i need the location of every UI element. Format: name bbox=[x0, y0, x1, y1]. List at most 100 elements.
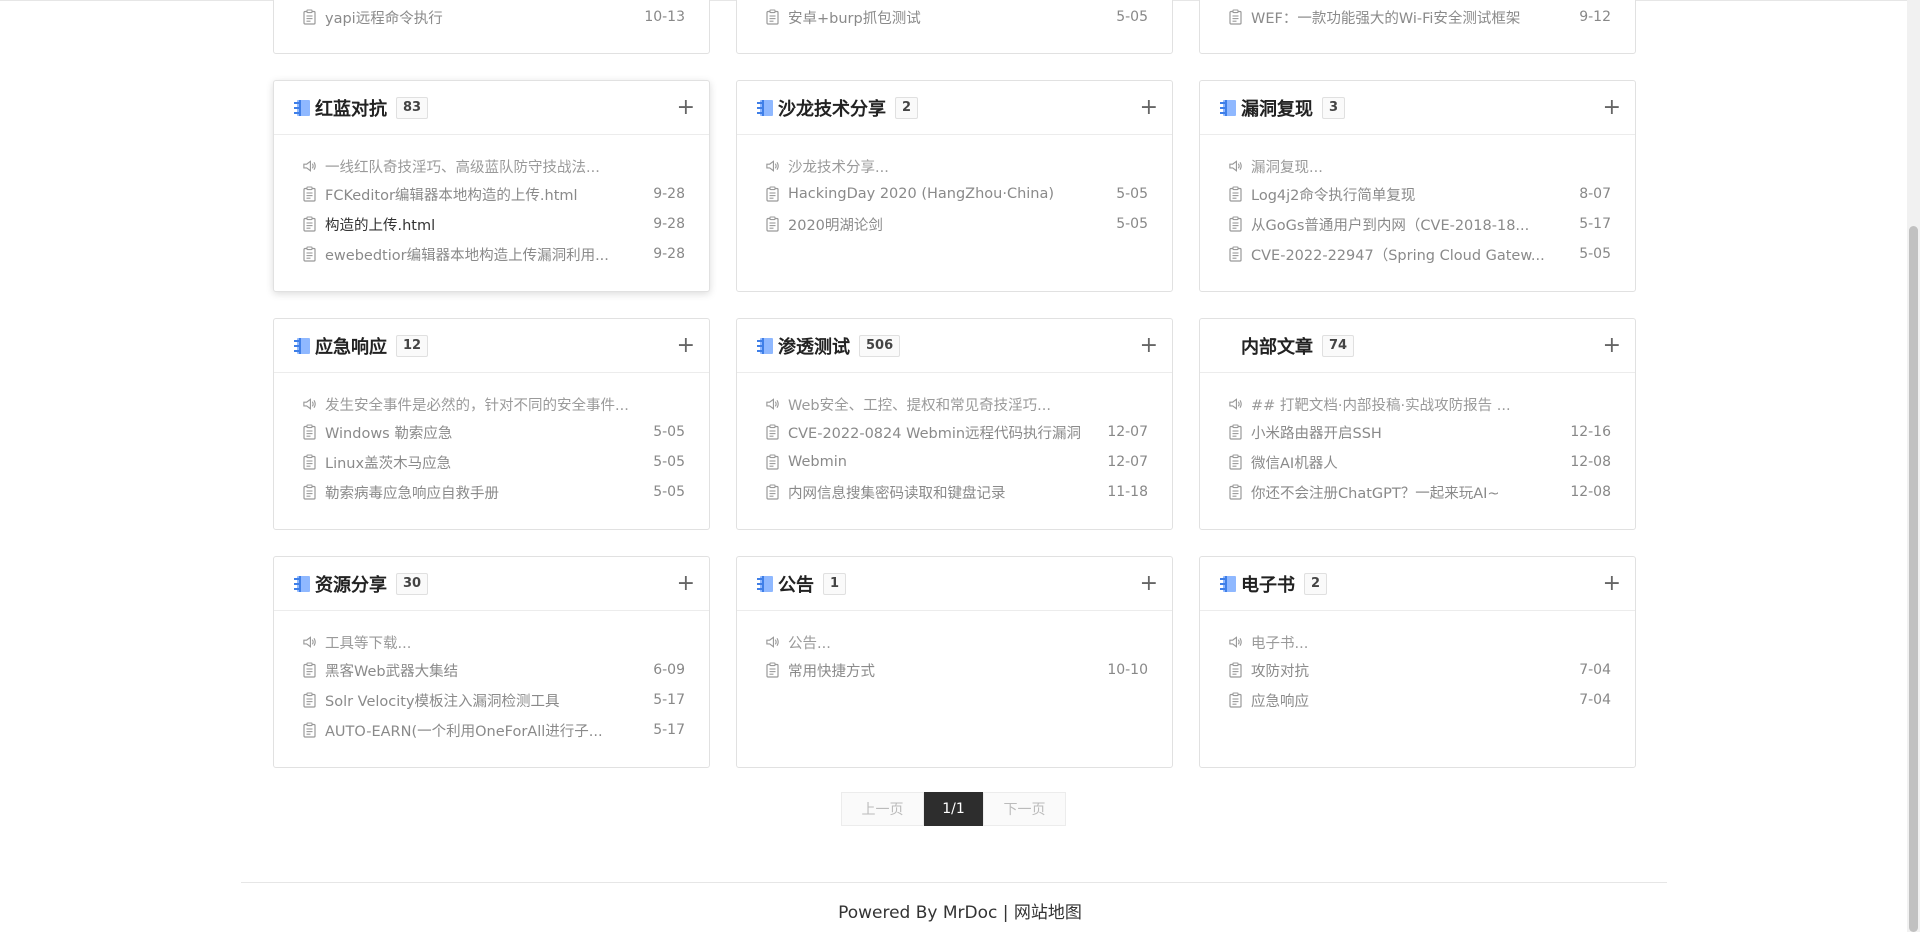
doc-list-item[interactable]: 微信AI机器人 12-08 bbox=[1228, 447, 1611, 477]
doc-list-item[interactable]: 你还不会注册ChatGPT？一起来玩AI~ 12-08 bbox=[1228, 477, 1611, 507]
doc-title-link[interactable]: Solr Velocity模板注入漏洞检测工具 bbox=[325, 690, 639, 711]
doc-title-link[interactable]: WEF：一款功能强大的Wi-Fi安全测试框架 bbox=[1251, 7, 1565, 28]
doc-list-item[interactable]: 构造的上传.html 9-28 bbox=[302, 209, 685, 239]
document-icon bbox=[1228, 424, 1243, 440]
document-icon bbox=[1228, 9, 1243, 25]
doc-list-item[interactable]: 黑客Web武器大集结 6-09 bbox=[302, 655, 685, 685]
doc-title-link[interactable]: 攻防对抗 bbox=[1251, 660, 1565, 681]
plus-icon[interactable]: + bbox=[1603, 334, 1621, 357]
project-card[interactable]: 沙龙技术分享 2 + 沙龙技术分享... HackingDay 2020 (HangZh… bbox=[736, 80, 1173, 292]
doc-list-item[interactable]: HackingDay 2020 (HangZhou·China) 5-05 bbox=[765, 179, 1148, 209]
doc-title-link[interactable]: Log4j2命令执行简单复现 bbox=[1251, 184, 1565, 205]
doc-title-link[interactable]: 构造的上传.html bbox=[325, 214, 639, 235]
project-card[interactable]: 公告 1 + 公告... 常用快捷方式 10-10 bbox=[736, 556, 1173, 768]
doc-date: 12-07 bbox=[1107, 424, 1148, 440]
doc-list-item[interactable]: 应急响应 7-04 bbox=[1228, 685, 1611, 715]
doc-list-item[interactable]: 2020明湖论剑 5-05 bbox=[765, 209, 1148, 239]
project-card[interactable]: 电子书 2 + 电子书... 攻防对抗 7-04 应急响应 7-04 bbox=[1199, 556, 1636, 768]
plus-icon[interactable]: + bbox=[677, 96, 695, 119]
doc-title-link[interactable]: 你还不会注册ChatGPT？一起来玩AI~ bbox=[1251, 482, 1556, 503]
card-doc-list: 发生安全事件是必然的，针对不同的安全事件... Windows 勒索应急 5-05 L… bbox=[274, 373, 709, 507]
doc-list-item[interactable]: Windows 勒索应急 5-05 bbox=[302, 417, 685, 447]
card-title[interactable]: 漏洞复现 bbox=[1241, 95, 1313, 121]
doc-title-link[interactable]: 小米路由器开启SSH bbox=[1251, 422, 1556, 443]
doc-list-item[interactable]: 从GoGs普通用户到内网（CVE-2018-18... 5-17 bbox=[1228, 209, 1611, 239]
doc-title-link[interactable]: Linux盖茨木马应急 bbox=[325, 452, 639, 473]
document-icon bbox=[765, 484, 780, 500]
project-card[interactable]: 应急响应 12 + 发生安全事件是必然的，针对不同的安全事件... Windows 勒索… bbox=[273, 318, 710, 530]
project-card[interactable]: 红蓝对抗 83 + 一线红队奇技淫巧、高级蓝队防守技战法... FCKeditor编辑器… bbox=[273, 80, 710, 292]
doc-list-item[interactable]: 内网信息搜集密码读取和键盘记录 11-18 bbox=[765, 477, 1148, 507]
scrollbar-thumb[interactable] bbox=[1909, 226, 1918, 932]
doc-title-link[interactable]: 从GoGs普通用户到内网（CVE-2018-18... bbox=[1251, 214, 1565, 235]
doc-title-link[interactable]: Windows 勒索应急 bbox=[325, 422, 639, 443]
doc-date: 5-05 bbox=[653, 454, 685, 470]
doc-list-item[interactable]: CVE-2022-0824 Webmin远程代码执行漏洞 12-07 bbox=[765, 417, 1148, 447]
doc-list-item[interactable]: WEF：一款功能强大的Wi-Fi安全测试框架 9-12 bbox=[1228, 2, 1611, 32]
plus-icon[interactable]: + bbox=[677, 334, 695, 357]
doc-title-link[interactable]: 应急响应 bbox=[1251, 690, 1565, 711]
doc-list-item[interactable]: 攻防对抗 7-04 bbox=[1228, 655, 1611, 685]
card-header: 电子书 2 + bbox=[1200, 557, 1635, 611]
doc-title-link[interactable]: CVE-2022-22947（Spring Cloud Gatew... bbox=[1251, 244, 1565, 265]
doc-list-item[interactable]: 安卓+burp抓包测试 5-05 bbox=[765, 2, 1148, 32]
project-card[interactable]: 安卓+burp抓包测试 5-05 bbox=[736, 0, 1173, 54]
doc-date: 10-13 bbox=[644, 9, 685, 25]
project-card[interactable]: 漏洞复现 3 + 漏洞复现... Log4j2命令执行简单复现 8-07 从GoGs普通用户… bbox=[1199, 80, 1636, 292]
doc-title-link[interactable]: 2020明湖论剑 bbox=[788, 214, 1102, 235]
card-title[interactable]: 资源分享 bbox=[315, 571, 387, 597]
doc-title-link[interactable]: 内网信息搜集密码读取和键盘记录 bbox=[788, 482, 1093, 503]
doc-title-link[interactable]: 微信AI机器人 bbox=[1251, 452, 1556, 473]
intro-text: 一线红队奇技淫巧、高级蓝队防守技战法... bbox=[325, 159, 600, 176]
doc-title-link[interactable]: AUTO-EARN(一个利用OneForAll进行子... bbox=[325, 720, 639, 741]
plus-icon[interactable]: + bbox=[1140, 96, 1158, 119]
doc-title-link[interactable]: HackingDay 2020 (HangZhou·China) bbox=[788, 186, 1102, 202]
project-card[interactable]: 渗透测试 506 + Web安全、工控、提权和常见奇技淫巧... CVE-2022-08… bbox=[736, 318, 1173, 530]
doc-title-link[interactable]: 安卓+burp抓包测试 bbox=[788, 7, 1102, 28]
doc-title-link[interactable]: yapi远程命令执行 bbox=[325, 7, 630, 28]
sitemap-link[interactable]: 网站地图 bbox=[1014, 903, 1082, 923]
doc-list-item[interactable]: Linux盖茨木马应急 5-05 bbox=[302, 447, 685, 477]
project-card[interactable]: yapi远程命令执行 10-13 bbox=[273, 0, 710, 54]
project-card[interactable]: 资源分享 30 + 工具等下载... 黑客Web武器大集结 6-09 Solr Veloci… bbox=[273, 556, 710, 768]
doc-date: 5-05 bbox=[1116, 216, 1148, 232]
card-title[interactable]: 电子书 bbox=[1241, 571, 1295, 597]
doc-list-item[interactable]: FCKeditor编辑器本地构造的上传.html 9-28 bbox=[302, 179, 685, 209]
doc-list-item[interactable]: ewebedtior编辑器本地构造上传漏洞利用... 9-28 bbox=[302, 239, 685, 269]
card-title[interactable]: 红蓝对抗 bbox=[315, 95, 387, 121]
card-title[interactable]: 应急响应 bbox=[315, 333, 387, 359]
doc-list-item[interactable]: 小米路由器开启SSH 12-16 bbox=[1228, 417, 1611, 447]
plus-icon[interactable]: + bbox=[1603, 572, 1621, 595]
project-card[interactable]: 内部文章 74 + ## 打靶文档·内部投稿·实战攻防报告 ... 小米路由器开启SSH… bbox=[1199, 318, 1636, 530]
doc-list-item[interactable]: 勒索病毒应急响应自救手册 5-05 bbox=[302, 477, 685, 507]
card-title[interactable]: 沙龙技术分享 bbox=[778, 95, 886, 121]
card-intro: 电子书... bbox=[1228, 629, 1611, 655]
doc-title-link[interactable]: 常用快捷方式 bbox=[788, 660, 1093, 681]
card-title[interactable]: 内部文章 bbox=[1241, 333, 1313, 359]
doc-list-item[interactable]: AUTO-EARN(一个利用OneForAll进行子... 5-17 bbox=[302, 715, 685, 745]
doc-list-item[interactable]: Log4j2命令执行简单复现 8-07 bbox=[1228, 179, 1611, 209]
speaker-icon bbox=[1228, 158, 1243, 174]
doc-title-link[interactable]: ewebedtior编辑器本地构造上传漏洞利用... bbox=[325, 244, 639, 265]
card-title[interactable]: 渗透测试 bbox=[778, 333, 850, 359]
doc-list-item[interactable]: Solr Velocity模板注入漏洞检测工具 5-17 bbox=[302, 685, 685, 715]
doc-title-link[interactable]: 黑客Web武器大集结 bbox=[325, 660, 639, 681]
doc-title-link[interactable]: 勒索病毒应急响应自救手册 bbox=[325, 482, 639, 503]
speaker-icon bbox=[765, 158, 780, 174]
doc-title-link[interactable]: Webmin bbox=[788, 454, 1093, 470]
book-icon bbox=[755, 575, 775, 593]
plus-icon[interactable]: + bbox=[1140, 572, 1158, 595]
project-card[interactable]: WEF：一款功能强大的Wi-Fi安全测试框架 9-12 bbox=[1199, 0, 1636, 54]
doc-title-link[interactable]: CVE-2022-0824 Webmin远程代码执行漏洞 bbox=[788, 422, 1093, 443]
doc-list-item[interactable]: Webmin 12-07 bbox=[765, 447, 1148, 477]
card-title[interactable]: 公告 bbox=[778, 571, 814, 597]
plus-icon[interactable]: + bbox=[1140, 334, 1158, 357]
plus-icon[interactable]: + bbox=[677, 572, 695, 595]
doc-list-item[interactable]: 常用快捷方式 10-10 bbox=[765, 655, 1148, 685]
next-page-button[interactable]: 下一页 bbox=[983, 792, 1066, 826]
doc-list-item[interactable]: CVE-2022-22947（Spring Cloud Gatew... 5-05 bbox=[1228, 239, 1611, 269]
plus-icon[interactable]: + bbox=[1603, 96, 1621, 119]
prev-page-button[interactable]: 上一页 bbox=[841, 792, 924, 826]
doc-title-link[interactable]: FCKeditor编辑器本地构造的上传.html bbox=[325, 184, 639, 205]
doc-list-item[interactable]: yapi远程命令执行 10-13 bbox=[302, 2, 685, 32]
